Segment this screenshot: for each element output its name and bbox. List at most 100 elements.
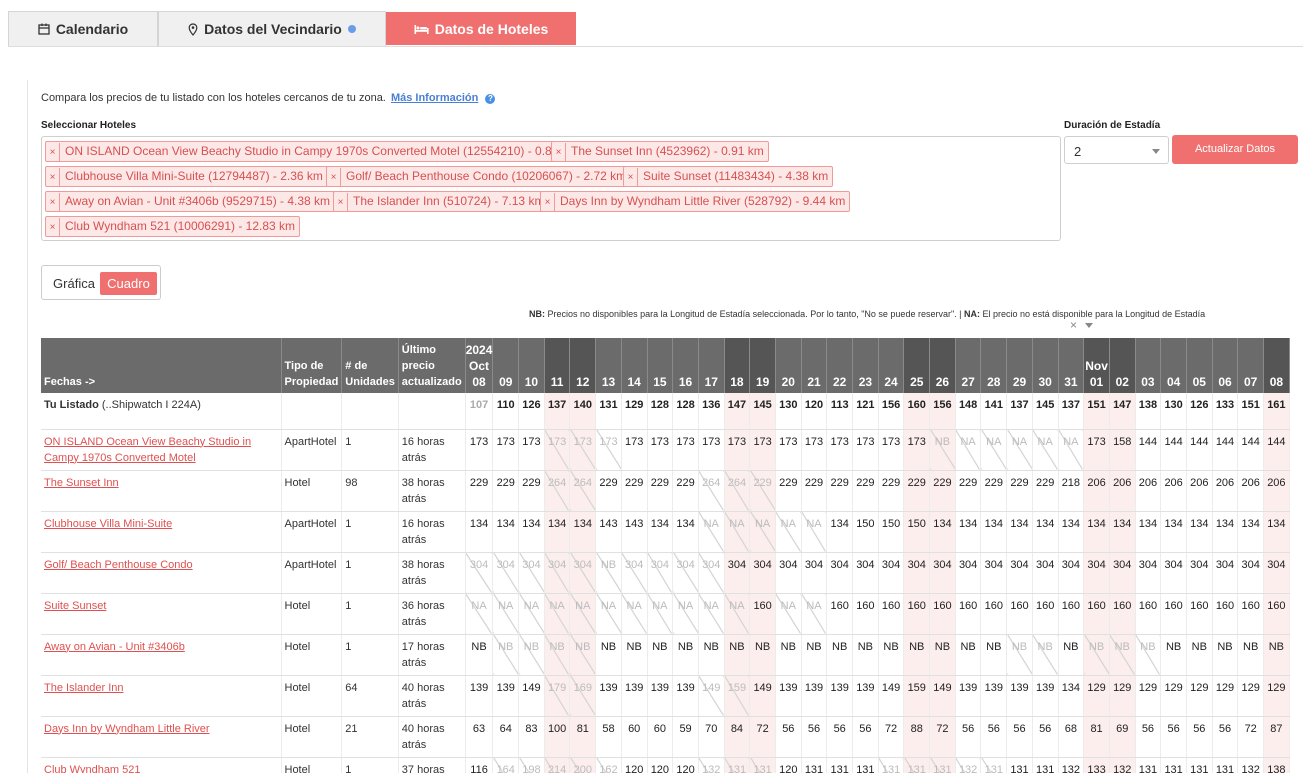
chevron-down-icon[interactable] — [1085, 323, 1093, 328]
selected-hotel-chip: × The Sunset Inn (4523962) - 0.91 km — [551, 141, 769, 162]
price-cell: NA — [465, 593, 494, 635]
price-cell: 160 — [1160, 593, 1187, 635]
price-cell: 149 — [878, 675, 905, 717]
remove-chip-icon[interactable]: × — [46, 193, 60, 212]
hotel-row: ON ISLAND Ocean View Beachy Studio in Ca… — [41, 429, 1290, 471]
price-cell: 134 — [492, 511, 520, 553]
price-cell: 72 — [929, 716, 956, 758]
remove-chip-icon[interactable]: × — [46, 168, 60, 187]
remove-chip-icon[interactable]: × — [552, 143, 566, 162]
price-cell: 139 — [465, 675, 494, 717]
property-type-cell: Hotel — [281, 675, 343, 717]
update-data-button[interactable]: Actualizar Datos — [1172, 135, 1298, 164]
price-cell: 143 — [595, 511, 622, 553]
select-hotels-label: Seleccionar Hoteles — [41, 120, 137, 131]
hotel-name-link[interactable]: ON ISLAND Ocean View Beachy Studio in Ca… — [44, 436, 251, 464]
graph-toggle[interactable]: Gráfica — [48, 272, 100, 295]
price-cell: 160 — [1237, 593, 1265, 635]
price-cell: 160 — [852, 593, 879, 635]
price-cell: 304 — [1186, 552, 1213, 594]
my-price-cell: 131 — [595, 393, 622, 430]
price-cell: 100 — [544, 716, 571, 758]
price-cell: 129 — [1186, 675, 1213, 717]
price-table-container[interactable]: Fechas -> Tipo de Propiedad # de Unidades Ú… — [41, 338, 1298, 773]
price-cell: NA — [518, 593, 545, 635]
price-cell: NA — [698, 511, 725, 553]
price-cell: 304 — [1237, 552, 1265, 594]
selected-hotel-chip: × Club Wyndham 521 (10006291) - 12.83 km — [45, 216, 301, 237]
header-date: 10 — [518, 338, 545, 393]
header-date: Nov 01 — [1083, 338, 1110, 393]
table-toggle[interactable]: Cuadro — [100, 272, 157, 295]
hotel-multiselect[interactable]: × ON ISLAND Ocean View Beachy Studio in C… — [41, 136, 1093, 332]
remove-chip-icon[interactable]: × — [327, 168, 341, 187]
remove-chip-icon[interactable]: × — [46, 218, 60, 237]
price-cell: 304 — [852, 552, 879, 594]
remove-chip-icon[interactable]: × — [46, 143, 60, 162]
price-cell: 304 — [1212, 552, 1239, 594]
header-date: 13 — [595, 338, 622, 393]
hotel-name-link[interactable]: Suite Sunset — [44, 600, 106, 612]
price-cell: 229 — [621, 470, 648, 512]
price-cell: 206 — [1083, 470, 1110, 512]
price-cell: 64 — [492, 716, 520, 758]
price-cell: 56 — [775, 716, 802, 758]
price-cell: 56 — [1212, 716, 1239, 758]
last-updated-cell: 38 horas atrás — [398, 552, 466, 594]
header-date: 02 — [1109, 338, 1136, 393]
price-cell: 169 — [569, 675, 597, 717]
price-cell: NA — [801, 593, 828, 635]
hotel-name-link[interactable]: Days Inn by Wyndham Little River — [44, 723, 210, 735]
price-cell: 131 — [878, 757, 905, 773]
hotel-name-link[interactable]: Golf/ Beach Penthouse Condo — [44, 559, 193, 571]
price-cell: 173 — [621, 429, 648, 471]
price-cell: 134 — [929, 511, 956, 553]
hotel-name-link[interactable]: Clubhouse Villa Mini-Suite — [44, 518, 172, 530]
price-cell: NB — [698, 634, 725, 676]
property-type-cell: Hotel — [281, 470, 343, 512]
duration-select[interactable]: 2 — [1064, 136, 1169, 164]
price-cell: 229 — [672, 470, 699, 512]
hotel-name-link[interactable]: Club Wyndham 521 — [44, 764, 141, 773]
hotel-row: Club Wyndham 521Hotel137 horas atrás1161… — [41, 757, 1290, 773]
price-cell: 134 — [1058, 675, 1085, 717]
price-cell: 173 — [801, 429, 828, 471]
price-cell: 160 — [826, 593, 854, 635]
price-cell: NB — [929, 634, 956, 676]
property-type-cell: Hotel — [281, 634, 343, 676]
price-cell: NA — [775, 511, 802, 553]
header-date: 19 — [749, 338, 776, 393]
price-cell: NB — [465, 634, 494, 676]
intro-text: Compara los precios de tu listado con lo… — [41, 92, 496, 104]
info-icon[interactable] — [347, 25, 356, 33]
header-property-type: Tipo de Propiedad — [281, 338, 343, 393]
hotel-row: The Islander Inn Hotel 64 40 horas atrás 139… — [41, 675, 1290, 717]
my-price-cell: 129 — [621, 393, 648, 430]
price-cell: 132 — [1109, 757, 1136, 773]
hotel-name-link[interactable]: The Islander Inn — [44, 682, 124, 694]
tab-calendar[interactable]: Calendario — [8, 11, 158, 46]
last-updated-cell: 40 horas atrás — [398, 716, 466, 758]
price-cell: 304 — [801, 552, 828, 594]
remove-chip-icon[interactable]: × — [624, 168, 638, 187]
more-info-link[interactable]: Más Información — [391, 92, 478, 104]
remove-chip-icon[interactable]: × — [541, 193, 555, 212]
price-cell: 206 — [1109, 470, 1136, 512]
remove-chip-icon[interactable]: × — [334, 193, 348, 212]
price-cell: 134 — [1212, 511, 1239, 553]
hotel-name-link[interactable]: The Sunset Inn — [44, 477, 119, 489]
price-cell: 160 — [1135, 593, 1162, 635]
price-cell: 304 — [492, 552, 520, 594]
clear-all-icon[interactable]: × — [1070, 318, 1077, 332]
question-icon[interactable]: ? — [485, 94, 496, 104]
price-cell: 304 — [980, 552, 1008, 594]
price-cell: 69 — [1109, 716, 1136, 758]
hotel-name-link[interactable]: Away on Avian - Unit #3406b — [44, 641, 185, 653]
my-price-cell: 161 — [1263, 393, 1290, 430]
price-cell: 159 — [724, 675, 751, 717]
chip-label: ON ISLAND Ocean View Beachy Studio in Ca… — [65, 144, 572, 158]
tab-neighborhood[interactable]: Datos del Vecindario — [158, 11, 386, 46]
units-cell: 1 — [341, 757, 399, 773]
tab-hotels[interactable]: Datos de Hoteles — [386, 12, 576, 45]
nb-key: NB: — [529, 309, 545, 319]
